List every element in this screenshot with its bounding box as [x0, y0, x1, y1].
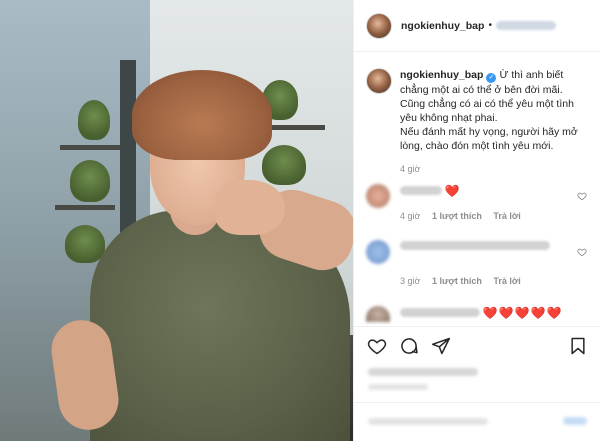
- reply-button[interactable]: Trả lời: [493, 211, 520, 221]
- heart-icon[interactable]: [367, 336, 387, 356]
- comment-item: ❤️❤️❤️❤️❤️: [366, 306, 591, 322]
- comment-time[interactable]: 4 giờ: [400, 211, 420, 221]
- avatar[interactable]: [366, 12, 392, 39]
- shelf: [60, 145, 120, 150]
- separator-dot: •: [488, 20, 492, 31]
- avatar[interactable]: [366, 68, 392, 94]
- post-button-blurred[interactable]: [563, 417, 587, 425]
- comment-likes[interactable]: 1 lượt thích: [432, 276, 482, 286]
- post-date-blurred[interactable]: [368, 384, 428, 390]
- post-photo[interactable]: [0, 0, 353, 441]
- caption-line: chẳng một ai có thể ở bên đời mãi.: [400, 84, 563, 96]
- shelf: [55, 205, 115, 210]
- person-hand: [215, 180, 285, 235]
- post-header: ngokienhuy_bap •: [354, 0, 600, 52]
- bookmark-icon[interactable]: [568, 336, 588, 356]
- comment-input-blurred[interactable]: [368, 418, 488, 425]
- caption-line: Nếu đánh mất hy vọng, người hãy mở: [400, 126, 578, 138]
- avatar[interactable]: [366, 240, 390, 264]
- header-username[interactable]: ngokienhuy_bap: [401, 20, 484, 32]
- post-caption: ngokienhuy_bap ✓ Ừ thì anh biết chẳng một …: [366, 68, 591, 176]
- comment-item: 3 giờ 1 lượt thích Trả lời: [366, 240, 591, 288]
- post-actions: [354, 326, 600, 365]
- shelf: [265, 125, 325, 130]
- like-comment-icon[interactable]: [577, 247, 587, 257]
- avatar[interactable]: [366, 184, 390, 208]
- avatar[interactable]: [366, 306, 390, 322]
- follow-button-blurred[interactable]: [495, 21, 556, 30]
- verified-badge-icon: ✓: [486, 73, 497, 83]
- comment-text-blurred: [400, 241, 550, 250]
- person-hair: [132, 70, 272, 160]
- comment-username-blurred[interactable]: [400, 186, 442, 195]
- comment-item: ❤️ 4 giờ 1 lượt thích Trả lời: [366, 184, 591, 223]
- comment-time[interactable]: 3 giờ: [400, 276, 420, 286]
- plant: [65, 225, 105, 263]
- share-icon[interactable]: [431, 336, 451, 356]
- plant: [78, 100, 110, 140]
- comment-text: ❤️: [444, 184, 461, 198]
- reply-button[interactable]: Trả lời: [493, 276, 520, 286]
- comment-text: ❤️❤️❤️❤️❤️: [482, 306, 563, 320]
- plant: [262, 145, 306, 185]
- caption-username[interactable]: ngokienhuy_bap: [400, 69, 483, 81]
- comment-icon[interactable]: [399, 336, 419, 356]
- add-comment-bar: [354, 402, 600, 442]
- plant: [70, 160, 110, 202]
- comment-username-blurred[interactable]: [400, 308, 480, 317]
- likes-count-blurred[interactable]: [368, 368, 478, 376]
- caption-time[interactable]: 4 giờ: [400, 162, 591, 176]
- comment-likes[interactable]: 1 lượt thích: [432, 211, 482, 221]
- caption-line: Cũng chẳng có ai có thể yêu một tình: [400, 98, 574, 110]
- caption-line: lòng, chào đón một tình yêu mới.: [400, 140, 554, 152]
- like-comment-icon[interactable]: [577, 191, 587, 201]
- caption-line: yêu không nhạt phai.: [400, 112, 498, 124]
- caption-line: Ừ thì anh biết: [499, 69, 564, 81]
- post-sidebar: ngokienhuy_bap • ngokienhuy_bap ✓ Ừ thì an…: [353, 0, 600, 441]
